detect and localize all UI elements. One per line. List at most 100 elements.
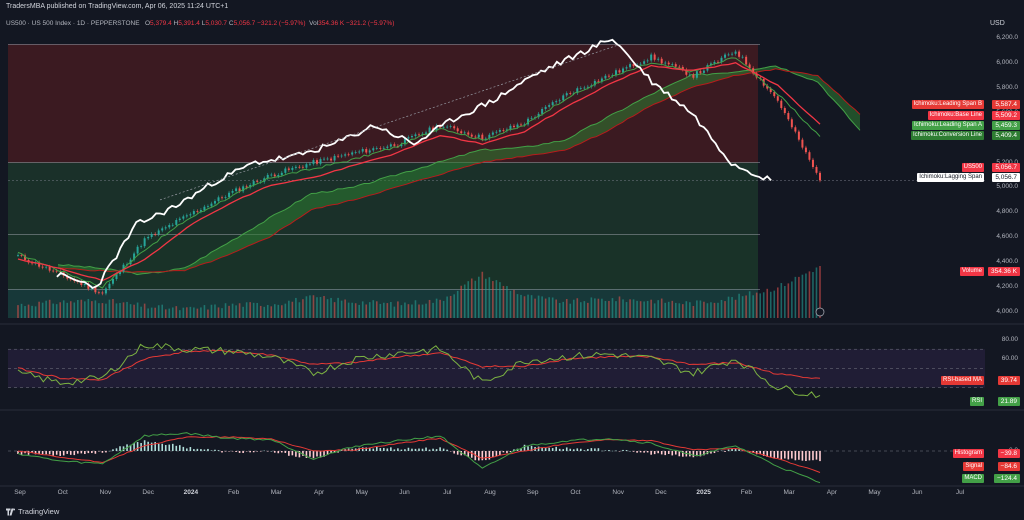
volume-bar xyxy=(495,280,498,318)
volume-bar xyxy=(358,304,361,318)
volume-bar xyxy=(115,303,118,318)
histogram-bar xyxy=(390,447,392,451)
volume-bar xyxy=(344,299,346,318)
volume-bar xyxy=(193,307,195,318)
histogram-bar xyxy=(551,448,554,451)
candle-body xyxy=(52,270,55,272)
event-marker-icon xyxy=(815,307,825,317)
volume-bar xyxy=(390,302,392,318)
time-tick-label: Dec xyxy=(142,489,154,496)
histogram-bar xyxy=(393,449,396,451)
candle-body xyxy=(221,197,224,199)
volume-bar xyxy=(812,272,814,318)
histogram-bar xyxy=(59,451,62,456)
histogram-bar xyxy=(179,445,181,451)
volume-bar xyxy=(379,303,382,318)
histogram-bar xyxy=(69,451,72,455)
volume-bar xyxy=(470,278,473,318)
volume-bar xyxy=(316,297,318,318)
histogram-bar xyxy=(182,446,185,451)
volume-bar xyxy=(724,301,726,318)
time-tick-label: Nov xyxy=(612,489,624,496)
volume-bar xyxy=(31,305,33,318)
volume-bar xyxy=(731,297,733,318)
volume-bar xyxy=(685,301,688,318)
candle-body xyxy=(787,113,790,120)
candle-body xyxy=(368,150,371,153)
histogram-bar xyxy=(801,451,804,461)
candle-body xyxy=(185,215,188,217)
histogram-bar xyxy=(235,451,237,452)
candle-body xyxy=(688,74,691,76)
support-zone-middle xyxy=(8,234,758,290)
candle-body xyxy=(502,130,505,131)
volume-bar xyxy=(428,299,431,318)
candle-body xyxy=(196,211,199,212)
volume-bar xyxy=(667,301,670,318)
volume-bar xyxy=(805,273,807,318)
candle-body xyxy=(150,233,153,238)
candle-body xyxy=(213,201,216,204)
volume-bar xyxy=(439,299,441,318)
tag-span-b-name: Ichimoku:Leading Span B xyxy=(911,100,984,109)
histogram-bar xyxy=(404,449,406,451)
volume-bar xyxy=(759,293,762,318)
volume-bar xyxy=(769,291,772,318)
tag-lagging-value: 5,056.7 xyxy=(992,173,1020,182)
histogram-bar xyxy=(203,449,206,451)
volume-bar xyxy=(295,297,297,318)
histogram-bar xyxy=(316,451,318,457)
volume-bar xyxy=(622,299,624,318)
histogram-bar xyxy=(805,451,807,462)
candle-body xyxy=(330,158,333,161)
histogram-bar xyxy=(657,451,659,454)
histogram-bar xyxy=(210,450,213,451)
histogram-bar xyxy=(231,451,234,452)
candle-body xyxy=(389,144,392,147)
volume-bar xyxy=(397,301,399,318)
volume-bar xyxy=(597,298,600,318)
candle-body xyxy=(783,108,786,114)
candle-body xyxy=(235,188,238,192)
candle-body xyxy=(340,155,343,157)
volume-bar xyxy=(34,306,37,318)
volume-bar xyxy=(544,298,547,318)
volume-bar xyxy=(653,303,656,318)
histogram-bar xyxy=(784,451,786,459)
histogram-bar xyxy=(80,451,83,454)
tag-rsi-ma-name: RSI-based MA xyxy=(940,376,984,385)
candle-body xyxy=(365,149,368,153)
volume-bar xyxy=(404,302,406,318)
candle-body xyxy=(667,62,670,65)
volume-bar xyxy=(590,297,593,318)
histogram-bar xyxy=(115,448,118,451)
volume-bar xyxy=(689,302,691,318)
candle-body xyxy=(333,155,336,161)
time-tick-label: Sep xyxy=(526,489,539,496)
histogram-bar xyxy=(773,451,776,459)
volume-bar xyxy=(414,300,417,318)
histogram-bar xyxy=(157,443,160,451)
volume-bar xyxy=(534,298,536,318)
tag-base-value: 5,509.2 xyxy=(992,111,1020,120)
candle-body xyxy=(555,101,558,103)
time-tick-label: Jun xyxy=(912,489,923,496)
volume-bar xyxy=(266,304,269,318)
candle-body xyxy=(724,54,727,58)
volume-bar xyxy=(541,296,543,318)
volume-bar xyxy=(467,281,470,318)
candle-body xyxy=(639,63,642,65)
candle-body xyxy=(154,233,157,235)
volume-bar xyxy=(791,281,793,318)
volume-bar xyxy=(565,298,568,318)
volume-bar xyxy=(238,303,241,318)
histogram-bar xyxy=(611,450,614,452)
histogram-bar xyxy=(537,446,540,451)
chart-canvas[interactable] xyxy=(0,0,1024,520)
volume-bar xyxy=(762,292,765,318)
candle-body xyxy=(319,159,322,164)
volume-bar xyxy=(270,306,273,318)
candle-body xyxy=(463,132,466,134)
volume-bar xyxy=(182,307,185,318)
candle-body xyxy=(491,132,494,135)
